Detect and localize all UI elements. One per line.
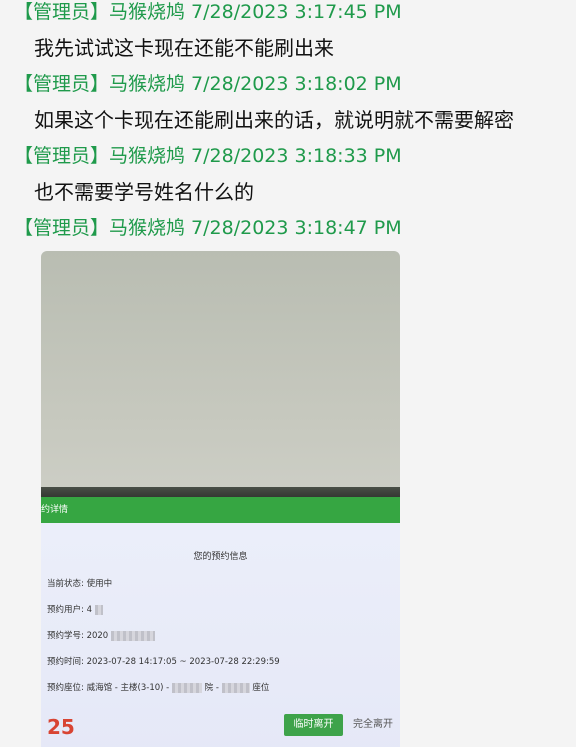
time-value: 2023-07-28 14:17:05 ~ 2023-07-28 22:29:5… [86,657,280,667]
seat-value-suffix: 座位 [252,683,270,693]
redaction-mark [171,682,202,693]
redaction-mark [94,604,103,615]
temporary-leave-button: 临时离开 [284,714,343,736]
message-text: 我先试试这卡现在还能不能刷出来 [34,36,334,60]
message-header: 【管理员】马猴烧鸠 7/28/2023 3:17:45 PM [14,1,402,23]
seat-label: 预约座位: [47,683,84,693]
student-id-label: 预约学号: [47,631,84,641]
user-row: 预约用户: 4 [47,603,103,615]
photo-attachment[interactable]: 约详情 您的预约信息 当前状态: 使用中 预约用户: 4 预约学号: 2020 … [41,251,400,747]
status-row: 当前状态: 使用中 [47,577,112,589]
student-id-value: 2020 [86,631,109,641]
message-header: 【管理员】马猴烧鸠 7/28/2023 3:18:33 PM [14,145,402,167]
message-text: 如果这个卡现在还能刷出来的话，就说明就不需要解密 [34,108,514,132]
seat-value-prefix: 威海馆 - 主楼(3-10) - [86,683,170,693]
time-label: 预约时间: [47,657,84,667]
full-leave-button: 完全离开 [353,719,393,730]
chat-log: 【管理员】马猴烧鸠 7/28/2023 3:17:45 PM 我先试试这卡现在还… [0,0,576,747]
message-header: 【管理员】马猴烧鸠 7/28/2023 3:18:02 PM [14,73,402,95]
status-value: 使用中 [86,579,113,589]
screen-title-bar: 约详情 [41,497,400,523]
user-value: 4 [86,605,92,615]
status-label: 当前状态: [47,579,84,589]
info-title: 您的预约信息 [193,552,248,562]
time-row: 预约时间: 2023-07-28 14:17:05 ~ 2023-07-28 2… [47,655,280,667]
seat-row: 预约座位: 威海馆 - 主楼(3-10) - 院 - 座位 [47,681,269,693]
countdown-number: 25 [47,715,75,739]
screen-title: 约详情 [41,505,69,515]
redaction-mark [221,682,250,693]
redaction-mark [110,630,155,641]
message-header: 【管理员】马猴烧鸠 7/28/2023 3:18:47 PM [14,217,402,239]
photographed-screen: 约详情 您的预约信息 当前状态: 使用中 预约用户: 4 预约学号: 2020 … [41,497,400,747]
user-label: 预约用户: [47,605,84,615]
message-text: 也不需要学号姓名什么的 [34,180,254,204]
student-id-row: 预约学号: 2020 [47,629,155,641]
seat-value-mid: 院 - [204,683,219,693]
